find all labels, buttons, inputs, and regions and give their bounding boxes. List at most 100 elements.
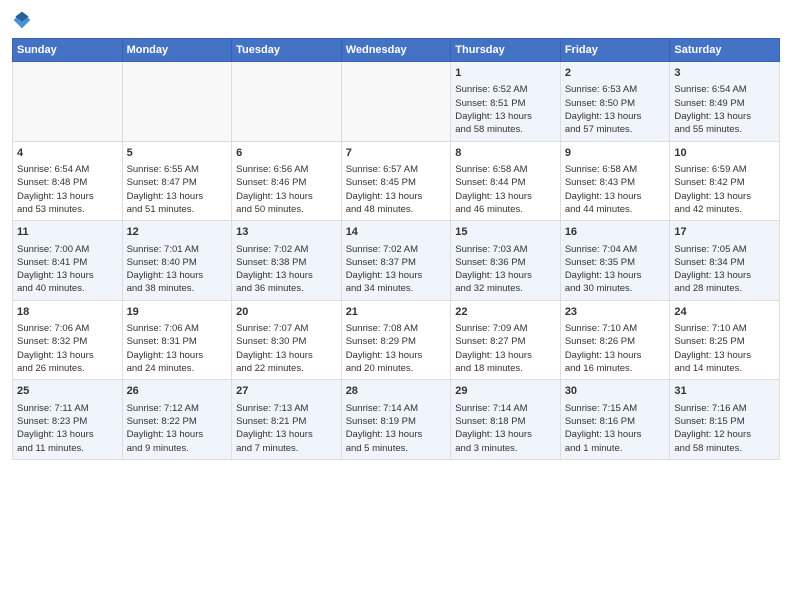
calendar-cell: 18Sunrise: 7:06 AMSunset: 8:32 PMDayligh…	[13, 300, 123, 380]
day-info: Sunset: 8:40 PM	[127, 256, 228, 269]
calendar-cell: 17Sunrise: 7:05 AMSunset: 8:34 PMDayligh…	[670, 221, 780, 301]
calendar-cell	[341, 62, 451, 142]
calendar-cell	[122, 62, 232, 142]
day-header-wednesday: Wednesday	[341, 39, 451, 62]
calendar-cell: 28Sunrise: 7:14 AMSunset: 8:19 PMDayligh…	[341, 380, 451, 460]
calendar-cell: 29Sunrise: 7:14 AMSunset: 8:18 PMDayligh…	[451, 380, 561, 460]
calendar-cell: 11Sunrise: 7:00 AMSunset: 8:41 PMDayligh…	[13, 221, 123, 301]
day-number: 23	[565, 305, 666, 320]
day-info: Sunset: 8:44 PM	[455, 176, 556, 189]
header-row: SundayMondayTuesdayWednesdayThursdayFrid…	[13, 39, 780, 62]
day-info: and 30 minutes.	[565, 282, 666, 295]
day-info: and 26 minutes.	[17, 362, 118, 375]
day-info: Sunrise: 7:16 AM	[674, 402, 775, 415]
day-info: and 16 minutes.	[565, 362, 666, 375]
calendar-cell	[232, 62, 342, 142]
day-info: Daylight: 13 hours	[17, 190, 118, 203]
day-header-friday: Friday	[560, 39, 670, 62]
day-info: Sunrise: 7:04 AM	[565, 243, 666, 256]
day-header-thursday: Thursday	[451, 39, 561, 62]
day-info: Daylight: 13 hours	[236, 190, 337, 203]
day-info: Sunrise: 7:02 AM	[346, 243, 447, 256]
day-info: Sunrise: 6:53 AM	[565, 83, 666, 96]
day-info: and 38 minutes.	[127, 282, 228, 295]
day-info: Sunrise: 6:56 AM	[236, 163, 337, 176]
calendar-cell: 22Sunrise: 7:09 AMSunset: 8:27 PMDayligh…	[451, 300, 561, 380]
day-number: 12	[127, 225, 228, 240]
day-number: 25	[17, 384, 118, 399]
day-info: Sunrise: 6:54 AM	[674, 83, 775, 96]
logo	[12, 10, 36, 30]
day-info: Sunset: 8:18 PM	[455, 415, 556, 428]
calendar-cell: 16Sunrise: 7:04 AMSunset: 8:35 PMDayligh…	[560, 221, 670, 301]
day-info: Daylight: 13 hours	[346, 428, 447, 441]
week-row-4: 18Sunrise: 7:06 AMSunset: 8:32 PMDayligh…	[13, 300, 780, 380]
day-number: 6	[236, 146, 337, 161]
day-info: Daylight: 13 hours	[455, 428, 556, 441]
day-info: Daylight: 13 hours	[565, 110, 666, 123]
day-number: 3	[674, 66, 775, 81]
week-row-3: 11Sunrise: 7:00 AMSunset: 8:41 PMDayligh…	[13, 221, 780, 301]
day-info: Sunset: 8:31 PM	[127, 335, 228, 348]
day-info: Sunset: 8:37 PM	[346, 256, 447, 269]
day-info: Sunset: 8:19 PM	[346, 415, 447, 428]
day-info: Sunset: 8:34 PM	[674, 256, 775, 269]
day-info: Sunset: 8:32 PM	[17, 335, 118, 348]
day-info: Daylight: 13 hours	[127, 190, 228, 203]
calendar-cell: 8Sunrise: 6:58 AMSunset: 8:44 PMDaylight…	[451, 141, 561, 221]
day-info: Sunrise: 7:11 AM	[17, 402, 118, 415]
day-info: and 28 minutes.	[674, 282, 775, 295]
calendar-cell: 7Sunrise: 6:57 AMSunset: 8:45 PMDaylight…	[341, 141, 451, 221]
day-number: 5	[127, 146, 228, 161]
day-info: Sunset: 8:43 PM	[565, 176, 666, 189]
day-number: 7	[346, 146, 447, 161]
day-info: and 32 minutes.	[455, 282, 556, 295]
calendar-cell: 31Sunrise: 7:16 AMSunset: 8:15 PMDayligh…	[670, 380, 780, 460]
day-info: Sunrise: 7:02 AM	[236, 243, 337, 256]
day-info: Sunrise: 6:52 AM	[455, 83, 556, 96]
day-info: Sunset: 8:27 PM	[455, 335, 556, 348]
day-info: Sunset: 8:16 PM	[565, 415, 666, 428]
day-info: Sunset: 8:26 PM	[565, 335, 666, 348]
day-info: Daylight: 13 hours	[17, 269, 118, 282]
day-header-monday: Monday	[122, 39, 232, 62]
day-number: 11	[17, 225, 118, 240]
day-info: Sunset: 8:47 PM	[127, 176, 228, 189]
day-info: Daylight: 13 hours	[17, 428, 118, 441]
calendar-cell: 1Sunrise: 6:52 AMSunset: 8:51 PMDaylight…	[451, 62, 561, 142]
day-info: Daylight: 13 hours	[17, 349, 118, 362]
calendar-table: SundayMondayTuesdayWednesdayThursdayFrid…	[12, 38, 780, 460]
calendar-cell: 19Sunrise: 7:06 AMSunset: 8:31 PMDayligh…	[122, 300, 232, 380]
day-info: Sunrise: 7:03 AM	[455, 243, 556, 256]
day-info: Sunset: 8:42 PM	[674, 176, 775, 189]
day-info: Sunset: 8:50 PM	[565, 97, 666, 110]
week-row-1: 1Sunrise: 6:52 AMSunset: 8:51 PMDaylight…	[13, 62, 780, 142]
day-info: Sunrise: 7:10 AM	[565, 322, 666, 335]
week-row-5: 25Sunrise: 7:11 AMSunset: 8:23 PMDayligh…	[13, 380, 780, 460]
day-info: Sunset: 8:35 PM	[565, 256, 666, 269]
logo-icon	[12, 10, 32, 30]
day-info: Sunset: 8:46 PM	[236, 176, 337, 189]
day-info: and 20 minutes.	[346, 362, 447, 375]
day-info: Sunrise: 7:12 AM	[127, 402, 228, 415]
day-info: Sunset: 8:29 PM	[346, 335, 447, 348]
day-info: Daylight: 13 hours	[565, 269, 666, 282]
day-number: 22	[455, 305, 556, 320]
day-number: 24	[674, 305, 775, 320]
day-info: Sunrise: 7:10 AM	[674, 322, 775, 335]
day-info: Daylight: 13 hours	[565, 349, 666, 362]
day-info: Sunrise: 7:00 AM	[17, 243, 118, 256]
calendar-cell: 12Sunrise: 7:01 AMSunset: 8:40 PMDayligh…	[122, 221, 232, 301]
day-number: 17	[674, 225, 775, 240]
day-info: and 42 minutes.	[674, 203, 775, 216]
calendar-cell: 20Sunrise: 7:07 AMSunset: 8:30 PMDayligh…	[232, 300, 342, 380]
header	[12, 10, 780, 30]
calendar-cell: 23 Sunrise: 7:10 AMSunset: 8:26 PMDayligh…	[560, 300, 670, 380]
day-info: and 44 minutes.	[565, 203, 666, 216]
day-info: and 57 minutes.	[565, 123, 666, 136]
calendar-cell: 30Sunrise: 7:15 AMSunset: 8:16 PMDayligh…	[560, 380, 670, 460]
calendar-container: SundayMondayTuesdayWednesdayThursdayFrid…	[0, 0, 792, 612]
day-info: Daylight: 13 hours	[565, 190, 666, 203]
day-info: and 53 minutes.	[17, 203, 118, 216]
day-info: Daylight: 13 hours	[674, 349, 775, 362]
